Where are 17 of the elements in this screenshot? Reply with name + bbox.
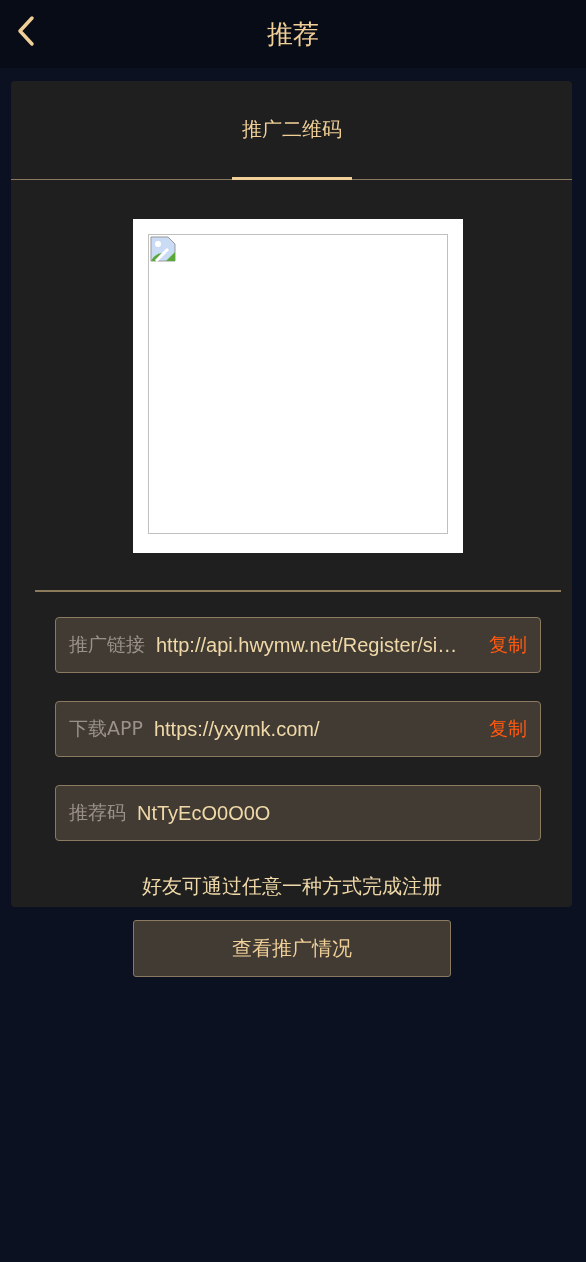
tab[interactable]: 推广二维码 (231, 81, 352, 180)
copy-link[interactable]: 复制 (489, 632, 527, 658)
back-icon[interactable] (16, 15, 36, 47)
info-field[interactable]: 推广链接 http://api.hwymw.net/Register/si… 复制 (55, 617, 541, 673)
info-field[interactable]: 下载APP https://yxymk.com/ 复制 (55, 701, 541, 757)
info-field[interactable]: 推荐码 NtTyEcO0O0O (55, 785, 541, 841)
field-label: 推荐码 (69, 800, 126, 825)
field-value: http://api.hwymw.net/Register/si… (156, 633, 459, 657)
field-value: NtTyEcO0O0O (137, 801, 272, 825)
field-label: 推广链接 (69, 632, 145, 657)
copy-link[interactable]: 复制 (489, 716, 527, 742)
view-stats-button[interactable]: 查看推广情况 (133, 920, 451, 977)
field-value: https://yxymk.com/ (153, 717, 321, 741)
broken-image-icon (150, 236, 176, 262)
page-title: 推荐 (267, 17, 319, 51)
hint-text: 好友可通过任意一种方式完成注册 (140, 873, 443, 900)
field-label: 下载APP (69, 716, 143, 741)
